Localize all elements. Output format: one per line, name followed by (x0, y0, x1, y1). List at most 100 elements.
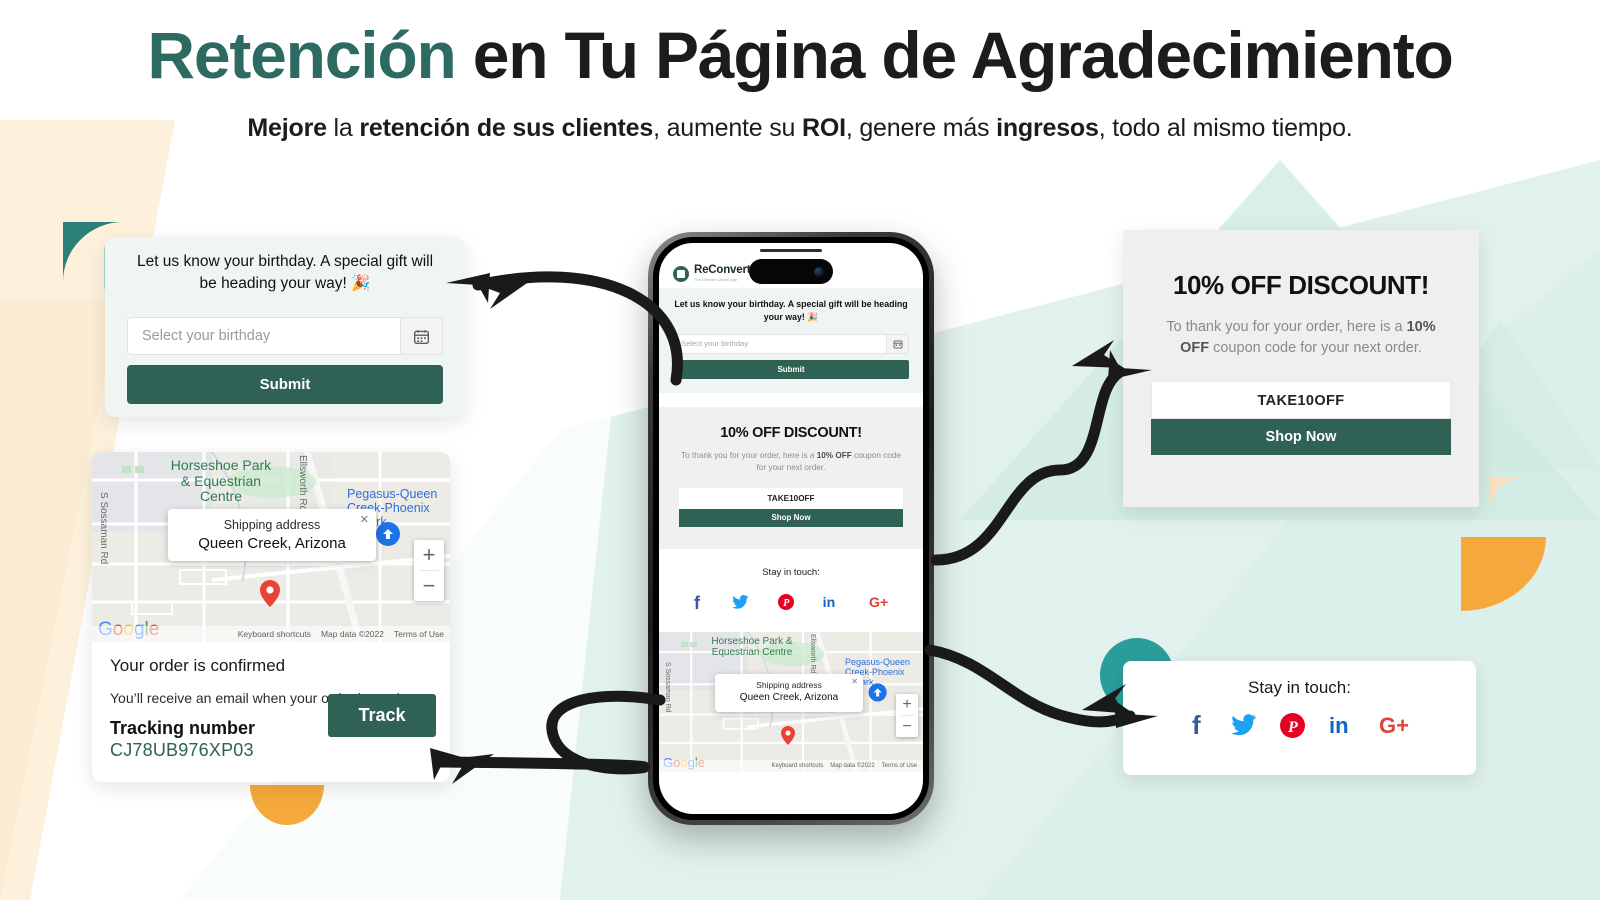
twitter-icon[interactable] (1231, 713, 1257, 742)
phone-mockup: ReConvert The Ultimate Upsell App Let us… (648, 232, 934, 825)
tooltip-value: Queen Creek, Arizona (198, 535, 346, 552)
phone-shop-now-button[interactable]: Shop Now (679, 509, 903, 528)
page-title-accent: Retención (147, 18, 456, 92)
phone-stay-in-touch-title: Stay in touch: (762, 567, 820, 579)
svg-text:P: P (783, 598, 790, 609)
map-footer-terms[interactable]: Terms of Use (394, 629, 444, 639)
map-zoom-control[interactable]: + − (414, 540, 444, 601)
front-camera-icon (814, 266, 824, 277)
phone-map-footer-terms[interactable]: Terms of Use (882, 763, 917, 769)
map-footer-shortcuts[interactable]: Keyboard shortcuts (238, 629, 311, 639)
birthday-submit-button[interactable]: Submit (127, 365, 443, 404)
social-icon-row: f P in G+ (1123, 710, 1476, 743)
phone-speaker (760, 249, 822, 252)
map-footer: Keyboard shortcuts Map data ©2022 Terms … (92, 626, 450, 642)
subtitle-text: , genere más (845, 114, 997, 142)
phone-map-zoom-in-button[interactable]: + (896, 694, 918, 715)
googleplus-icon[interactable]: G+ (1379, 713, 1413, 742)
phone-map-label-road-mid: Ellsworth Rd (809, 634, 816, 674)
svg-text:P: P (1287, 719, 1298, 736)
phone-map-pin-icon (781, 726, 795, 746)
stay-in-touch-title: Stay in touch: (1247, 678, 1351, 697)
svg-text:G+: G+ (869, 595, 888, 610)
calendar-icon[interactable] (400, 318, 442, 354)
phone-discount-section: 10% OFF DISCOUNT! To thank you for your … (659, 406, 923, 550)
phone-birthday-placeholder[interactable]: Select your birthday (674, 335, 886, 353)
order-confirmation-card: Horseshoe Park & Equestrian Centre S Sos… (92, 452, 450, 782)
phone-tooltip-title: Shipping address (756, 680, 822, 691)
coupon-code[interactable]: TAKE10OFF (1151, 381, 1451, 420)
facebook-icon[interactable]: f (691, 593, 703, 616)
phone-shipping-tooltip: ✕ Shipping address Queen Creek, Arizona (715, 674, 863, 713)
phone-map-zoom-control[interactable]: + − (896, 694, 918, 738)
svg-text:in: in (1329, 713, 1349, 737)
decor-quarter-peach (1490, 478, 1522, 510)
svg-text:in: in (823, 594, 836, 610)
page-subtitle: Mejore la retención de sus clientes, aum… (0, 114, 1600, 143)
facebook-icon[interactable]: f (1186, 710, 1208, 743)
googleplus-icon[interactable]: G+ (869, 594, 891, 616)
page-header: Retención en Tu Página de Agradecimiento… (0, 0, 1600, 143)
svg-text:G+: G+ (1379, 713, 1409, 737)
birthday-input-row[interactable]: Select your birthday (127, 317, 443, 355)
reconvert-badge-icon (673, 265, 689, 282)
phone-map-zoom-out-button[interactable]: − (896, 716, 918, 737)
map-zoom-out-button[interactable]: − (414, 571, 444, 601)
phone-map-footer-attribution: Map data ©2022 (830, 763, 875, 770)
svg-text:f: f (694, 594, 701, 611)
phone-discount-body: To thank you for your order, here is a 1… (679, 450, 903, 475)
page-title: Retención en Tu Página de Agradecimiento (0, 22, 1600, 88)
discount-body-pre: To thank you for your order, here is a (1166, 319, 1407, 335)
calendar-icon[interactable] (886, 334, 908, 353)
phone-discount-bold: 10% OFF (816, 450, 852, 460)
subtitle-emphasis: ingresos (996, 114, 1099, 142)
phone-map-footer-shortcuts[interactable]: Keyboard shortcuts (772, 763, 824, 769)
svg-text:f: f (1192, 712, 1201, 738)
decor-halfcircle-orange (250, 785, 324, 825)
pinterest-icon[interactable]: P (1280, 712, 1305, 743)
linkedin-icon[interactable]: in (822, 594, 840, 616)
subtitle-emphasis: ROI (801, 114, 846, 142)
subtitle-text: , todo al mismo tiempo. (1098, 114, 1353, 142)
phone-shipping-map[interactable]: Horseshoe Park & Equestrian Centre S Sos… (659, 632, 923, 773)
twitter-icon[interactable] (731, 594, 749, 616)
subtitle-text: , aumente su (653, 114, 802, 142)
order-details: Your order is confirmed You’ll receive a… (92, 642, 450, 767)
phone-discount-title: 10% OFF DISCOUNT! (720, 424, 862, 441)
phone-birthday-message: Let us know your birthday. A special gif… (674, 299, 908, 322)
birthday-input-placeholder[interactable]: Select your birthday (128, 318, 400, 354)
subtitle-text: la (326, 114, 360, 142)
phone-map-label-park: Horseshoe Park & Equestrian Centre (711, 636, 793, 659)
discount-body: To thank you for your order, here is a 1… (1151, 317, 1451, 359)
phone-coupon-code[interactable]: TAKE10OFF (679, 488, 903, 510)
discount-body-post: coupon code for your next order. (1209, 340, 1422, 357)
phone-submit-button[interactable]: Submit (673, 359, 909, 379)
shipping-address-tooltip: ✕ Shipping address Queen Creek, Arizona (168, 509, 376, 561)
map-pin-icon (260, 580, 280, 607)
linkedin-icon[interactable]: in (1328, 713, 1356, 742)
track-button[interactable]: Track (328, 694, 436, 737)
reconvert-logo-tagline: The Ultimate Upsell App (694, 277, 738, 282)
subtitle-emphasis: retención de sus clientes (359, 114, 654, 142)
tracking-number-value: CJ78UB976XP03 (110, 740, 254, 760)
decor-quarter-orange (1461, 537, 1546, 611)
map-zoom-in-button[interactable]: + (414, 540, 444, 570)
pinterest-icon[interactable]: P (777, 594, 794, 616)
discount-title: 10% OFF DISCOUNT! (1172, 270, 1430, 300)
map-label-road-mid: Ellsworth Rd (297, 455, 308, 512)
page-title-rest: en Tu Página de Agradecimiento (455, 18, 1454, 92)
phone-birthday-section: Let us know your birthday. A special gif… (659, 288, 923, 393)
subtitle-emphasis: Mejore (247, 114, 327, 142)
phone-screen[interactable]: ReConvert The Ultimate Upsell App Let us… (659, 243, 923, 814)
close-icon[interactable]: ✕ (851, 677, 858, 686)
phone-social-row: f P in G+ (659, 593, 923, 616)
shipping-map[interactable]: Horseshoe Park & Equestrian Centre S Sos… (92, 452, 450, 642)
dynamic-island (749, 259, 833, 284)
shop-now-button[interactable]: Shop Now (1151, 419, 1451, 456)
phone-birthday-input[interactable]: Select your birthday (673, 333, 909, 354)
phone-map-footer: Keyboard shortcuts Map data ©2022 Terms … (659, 760, 923, 773)
map-footer-attribution: Map data ©2022 (320, 629, 384, 639)
close-icon[interactable]: ✕ (360, 513, 369, 526)
reconvert-logo-name: ReConvert (694, 264, 751, 276)
birthday-card: Let us know your birthday. A special gif… (105, 237, 465, 417)
